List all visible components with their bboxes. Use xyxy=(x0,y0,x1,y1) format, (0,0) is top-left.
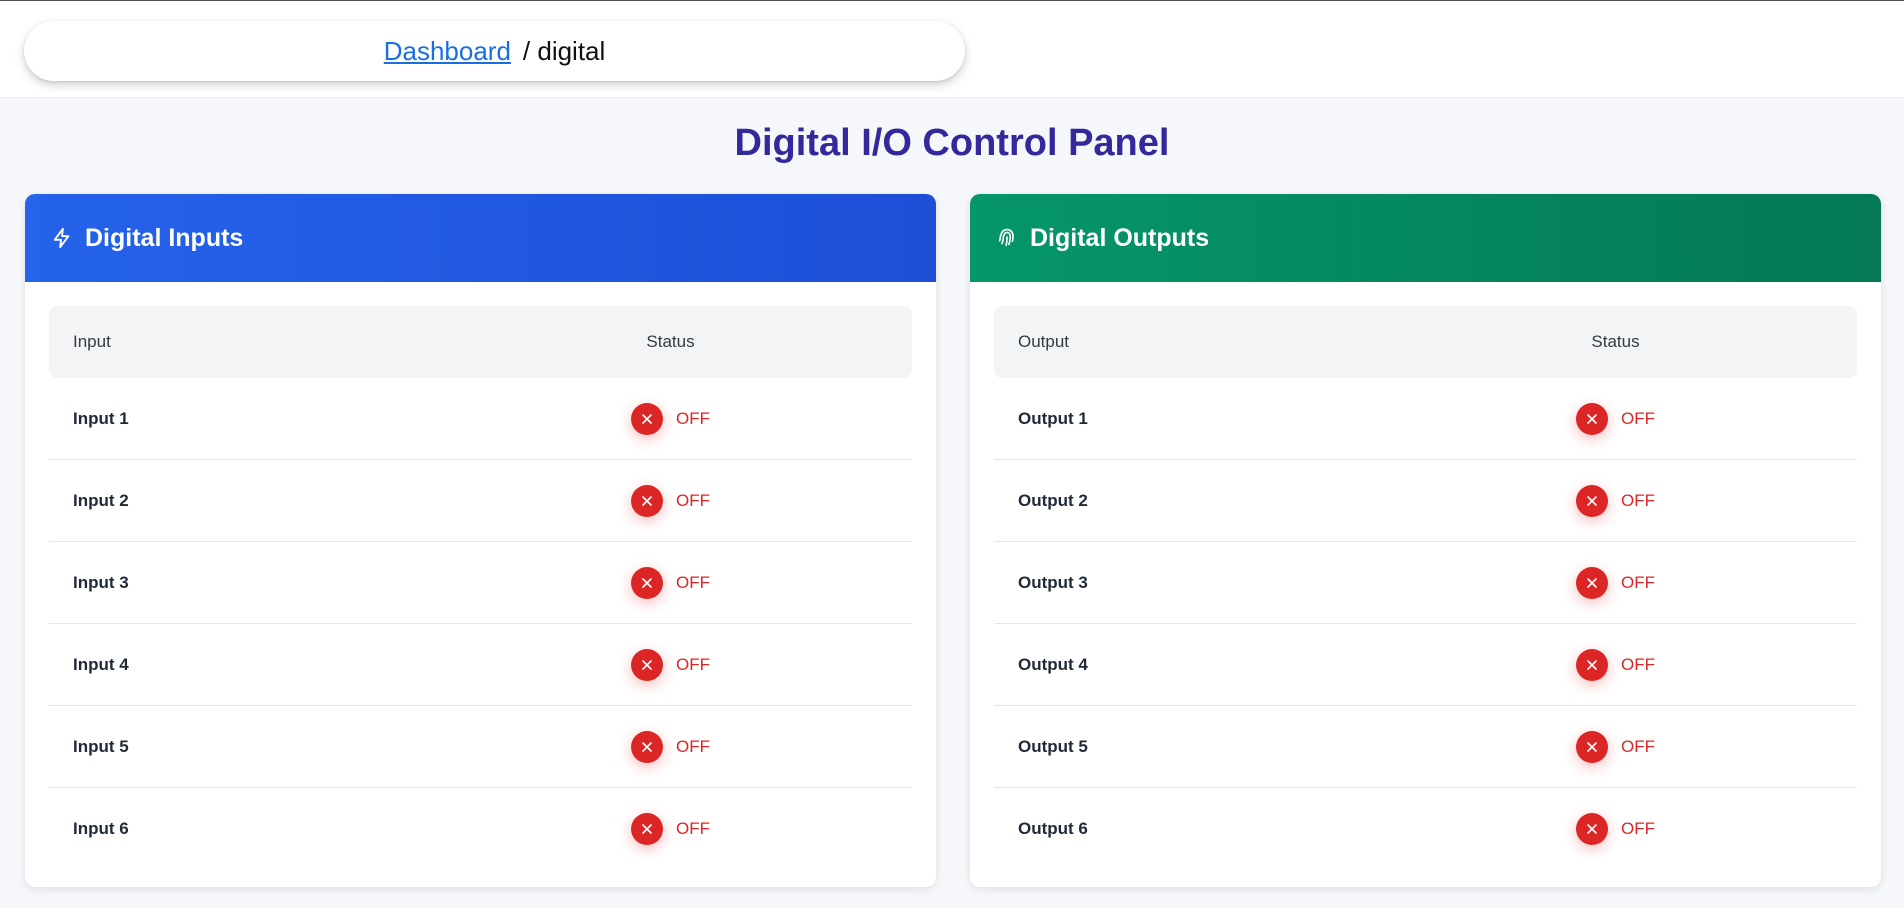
outputs-table: Output Status Output 1 OFF Output 2 OFF Outp… xyxy=(994,306,1857,869)
close-icon xyxy=(631,730,663,763)
close-icon xyxy=(631,402,663,435)
close-icon xyxy=(631,648,663,681)
status-indicator: OFF xyxy=(1576,648,1655,681)
table-row: Output 1 OFF xyxy=(994,378,1857,460)
status-indicator: OFF xyxy=(1576,812,1655,845)
digital-inputs-header: Digital Inputs xyxy=(25,194,936,282)
close-icon xyxy=(1576,648,1608,681)
close-icon xyxy=(631,484,663,517)
status-text: OFF xyxy=(676,654,710,674)
column-header-status: Status xyxy=(1591,332,1640,351)
status-cell: OFF xyxy=(1374,402,1857,435)
output-name: Output 1 xyxy=(1018,408,1088,428)
close-icon xyxy=(631,812,663,845)
status-text: OFF xyxy=(676,490,710,510)
output-name: Output 4 xyxy=(1018,654,1088,674)
table-row: Output 6 OFF xyxy=(994,788,1857,869)
lightning-icon xyxy=(51,227,73,249)
breadcrumb: Dashboard / digital xyxy=(24,21,965,81)
status-indicator: OFF xyxy=(631,484,710,517)
table-row: Output 2 OFF xyxy=(994,460,1857,542)
input-name: Input 2 xyxy=(73,490,129,510)
status-indicator: OFF xyxy=(1576,730,1655,763)
breadcrumb-current: / digital xyxy=(522,35,606,66)
page-title: Digital I/O Control Panel xyxy=(734,122,1170,164)
output-name: Output 6 xyxy=(1018,818,1088,838)
column-header-input: Input xyxy=(73,332,111,351)
status-text: OFF xyxy=(1621,736,1655,756)
status-text: OFF xyxy=(676,408,710,428)
digital-outputs-panel: Digital Outputs Output Status Output 1 OF… xyxy=(970,194,1881,887)
status-cell: OFF xyxy=(1374,812,1857,845)
input-name: Input 6 xyxy=(73,818,129,838)
table-row: Input 6 OFF xyxy=(49,788,912,869)
fingerprint-icon xyxy=(996,227,1018,249)
digital-inputs-title: Digital Inputs xyxy=(85,223,244,252)
digital-inputs-panel: Digital Inputs Input Status Input 1 OFF In… xyxy=(25,194,936,887)
status-indicator: OFF xyxy=(631,402,710,435)
input-name: Input 3 xyxy=(73,572,129,592)
status-cell: OFF xyxy=(429,730,912,763)
status-cell: OFF xyxy=(1374,730,1857,763)
header-bar: Dashboard / digital xyxy=(0,1,1904,98)
table-row: Output 4 OFF xyxy=(994,624,1857,706)
status-indicator: OFF xyxy=(631,730,710,763)
status-text: OFF xyxy=(1621,818,1655,838)
status-text: OFF xyxy=(676,572,710,592)
column-header-output: Output xyxy=(1018,332,1070,351)
status-text: OFF xyxy=(676,818,710,838)
input-name: Input 5 xyxy=(73,736,129,756)
digital-outputs-title: Digital Outputs xyxy=(1030,223,1210,252)
status-indicator: OFF xyxy=(631,566,710,599)
status-cell: OFF xyxy=(429,812,912,845)
status-text: OFF xyxy=(1621,572,1655,592)
status-indicator: OFF xyxy=(1576,566,1655,599)
table-row: Input 5 OFF xyxy=(49,706,912,788)
status-indicator: OFF xyxy=(1576,402,1655,435)
close-icon xyxy=(1576,730,1608,763)
output-name: Output 5 xyxy=(1018,736,1088,756)
table-row: Output 5 OFF xyxy=(994,706,1857,788)
status-indicator: OFF xyxy=(631,812,710,845)
inputs-table: Input Status Input 1 OFF Input 2 OFF Input 3… xyxy=(49,306,912,869)
table-row: Input 2 OFF xyxy=(49,460,912,542)
digital-outputs-header: Digital Outputs xyxy=(970,194,1881,282)
input-name: Input 4 xyxy=(73,654,129,674)
status-text: OFF xyxy=(1621,654,1655,674)
close-icon xyxy=(631,566,663,599)
status-text: OFF xyxy=(1621,408,1655,428)
close-icon xyxy=(1576,402,1608,435)
status-indicator: OFF xyxy=(1576,484,1655,517)
status-text: OFF xyxy=(676,736,710,756)
status-cell: OFF xyxy=(429,648,912,681)
table-row: Output 3 OFF xyxy=(994,542,1857,624)
table-row: Input 4 OFF xyxy=(49,624,912,706)
column-header-status: Status xyxy=(646,332,695,351)
inputs-table-body: Input 1 OFF Input 2 OFF Input 3 OFF Input 4 OFF… xyxy=(49,378,912,869)
close-icon xyxy=(1576,484,1608,517)
table-row: Input 1 OFF xyxy=(49,378,912,460)
close-icon xyxy=(1576,566,1608,599)
status-cell: OFF xyxy=(429,484,912,517)
status-cell: OFF xyxy=(1374,484,1857,517)
table-row: Input 3 OFF xyxy=(49,542,912,624)
status-cell: OFF xyxy=(429,402,912,435)
status-text: OFF xyxy=(1621,490,1655,510)
inputs-table-header: Input Status xyxy=(49,306,912,378)
output-name: Output 3 xyxy=(1018,572,1088,592)
outputs-table-header: Output Status xyxy=(994,306,1857,378)
status-cell: OFF xyxy=(1374,648,1857,681)
status-indicator: OFF xyxy=(631,648,710,681)
input-name: Input 1 xyxy=(73,408,129,428)
output-name: Output 2 xyxy=(1018,490,1088,510)
status-cell: OFF xyxy=(1374,566,1857,599)
status-cell: OFF xyxy=(429,566,912,599)
outputs-table-body: Output 1 OFF Output 2 OFF Output 3 OFF Output … xyxy=(994,378,1857,869)
close-icon xyxy=(1576,812,1608,845)
breadcrumb-dashboard-link[interactable]: Dashboard xyxy=(384,36,511,67)
